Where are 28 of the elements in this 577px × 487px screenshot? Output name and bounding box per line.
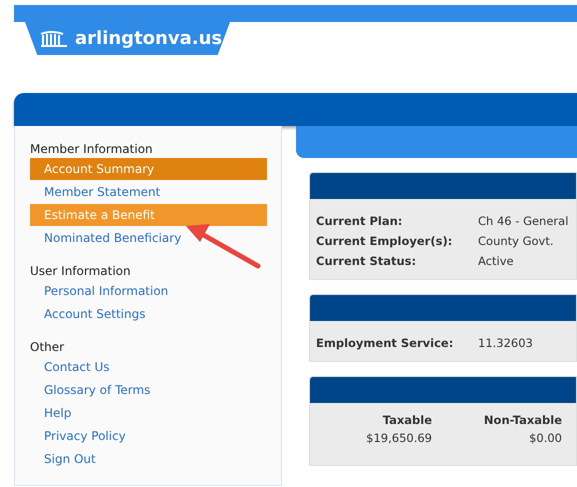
field-value: Active xyxy=(478,253,514,270)
sidebar-link[interactable]: Member Statement xyxy=(30,181,267,203)
building-icon xyxy=(39,30,69,48)
sidebar-link[interactable]: Sign Out xyxy=(30,448,267,470)
column-heading: Taxable xyxy=(382,412,432,429)
sidebar-link[interactable]: Account Settings xyxy=(30,303,267,325)
column-heading: Non-Taxable xyxy=(484,412,562,429)
field-label: Current Employer(s): xyxy=(316,233,454,250)
amount-value: $19,650.69 xyxy=(366,430,432,447)
section-heading: User Information xyxy=(30,263,132,280)
field-value: Ch 46 - General xyxy=(478,213,568,230)
sidebar-link[interactable]: Account Summary xyxy=(30,158,267,180)
section-heading: Other xyxy=(30,339,66,356)
field-label: Current Status: xyxy=(316,253,418,270)
amount-value: $0.00 xyxy=(529,430,562,447)
logo-text: arlingtonva.us xyxy=(75,28,222,49)
field-value: 11.32603 xyxy=(478,335,533,352)
sidebar-link[interactable]: Glossary of Terms xyxy=(30,379,267,401)
field-label: Employment Service: xyxy=(316,335,454,352)
sidebar-link[interactable]: Help xyxy=(30,402,267,424)
sidebar-link[interactable]: Nominated Beneficiary xyxy=(30,227,267,249)
section-heading: Member Information xyxy=(30,141,154,158)
sidebar-link[interactable]: Privacy Policy xyxy=(30,425,267,447)
field-label: Current Plan: xyxy=(316,213,404,230)
logo-tab[interactable]: arlingtonva.us xyxy=(25,22,230,55)
field-value: County Govt. xyxy=(478,233,554,250)
sidebar-link[interactable]: Contact Us xyxy=(30,356,267,378)
sidebar-link[interactable]: Personal Information xyxy=(30,280,267,302)
